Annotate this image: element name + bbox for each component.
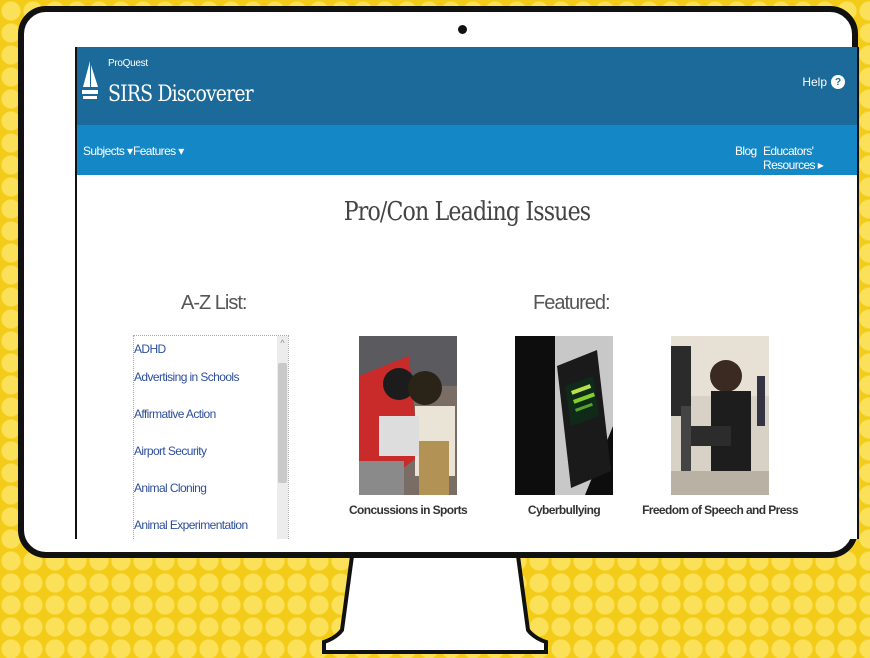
az-list-heading: A-Z List: (181, 292, 247, 314)
nav-features[interactable]: Features ▾ (133, 144, 184, 158)
nav-blog[interactable]: Blog (735, 144, 757, 158)
featured-card-cyberbullying[interactable]: Cyberbullying (479, 336, 649, 517)
camera-photo-icon[interactable] (671, 336, 769, 495)
sailboat-logo-icon[interactable] (81, 59, 99, 105)
header-bar: ProQuest SIRS Discoverer Help ? (77, 47, 857, 125)
featured-caption-concussions[interactable]: Concussions in Sports (323, 503, 493, 517)
az-item-adhd[interactable]: ADHD (134, 339, 288, 359)
az-item-animal-cloning[interactable]: Animal Cloning (134, 470, 288, 507)
nav-educators-resources[interactable]: Educators' Resources ▸ (763, 144, 857, 172)
scroll-up-arrow-icon[interactable]: ^ (278, 338, 287, 348)
az-item-affirmative-action[interactable]: Affirmative Action (134, 396, 288, 433)
az-item-airport-security[interactable]: Airport Security (134, 433, 288, 470)
az-item-animal-experimentation[interactable]: Animal Experimentation (134, 507, 288, 539)
featured-card-freedom-of-speech[interactable]: Freedom of Speech and Press (635, 336, 805, 517)
az-list-scrollbar[interactable]: ^ (277, 336, 288, 539)
page-title: Pro/Con Leading Issues (343, 197, 591, 227)
featured-caption-freedom-of-speech[interactable]: Freedom of Speech and Press (635, 503, 805, 517)
brand-title[interactable]: SIRS Discoverer (108, 82, 254, 107)
brand-small: ProQuest (108, 58, 148, 69)
featured-heading: Featured: (533, 292, 611, 314)
nav-subjects[interactable]: Subjects ▾ (83, 144, 133, 158)
browser-screen: ProQuest SIRS Discoverer Help ? Subjects… (75, 47, 859, 539)
monitor-frame: ProQuest SIRS Discoverer Help ? Subjects… (18, 6, 859, 558)
phone-photo-icon[interactable] (515, 336, 613, 495)
help-label: Help (802, 75, 827, 89)
webcam-dot (458, 25, 467, 34)
monitor-stand (322, 556, 548, 654)
featured-card-concussions[interactable]: Concussions in Sports (323, 336, 493, 517)
az-list[interactable]: ADHD Advertising in Schools Affirmative … (133, 335, 289, 539)
scrollbar-thumb[interactable] (278, 363, 287, 483)
help-icon: ? (831, 75, 845, 89)
nav-bar: Subjects ▾ Features ▾ Blog Educators' Re… (77, 125, 857, 175)
az-item-advertising-in-schools[interactable]: Advertising in Schools (134, 359, 288, 396)
help-button[interactable]: Help ? (802, 75, 845, 89)
football-photo-icon[interactable] (359, 336, 457, 495)
featured-caption-cyberbullying[interactable]: Cyberbullying (479, 503, 649, 517)
